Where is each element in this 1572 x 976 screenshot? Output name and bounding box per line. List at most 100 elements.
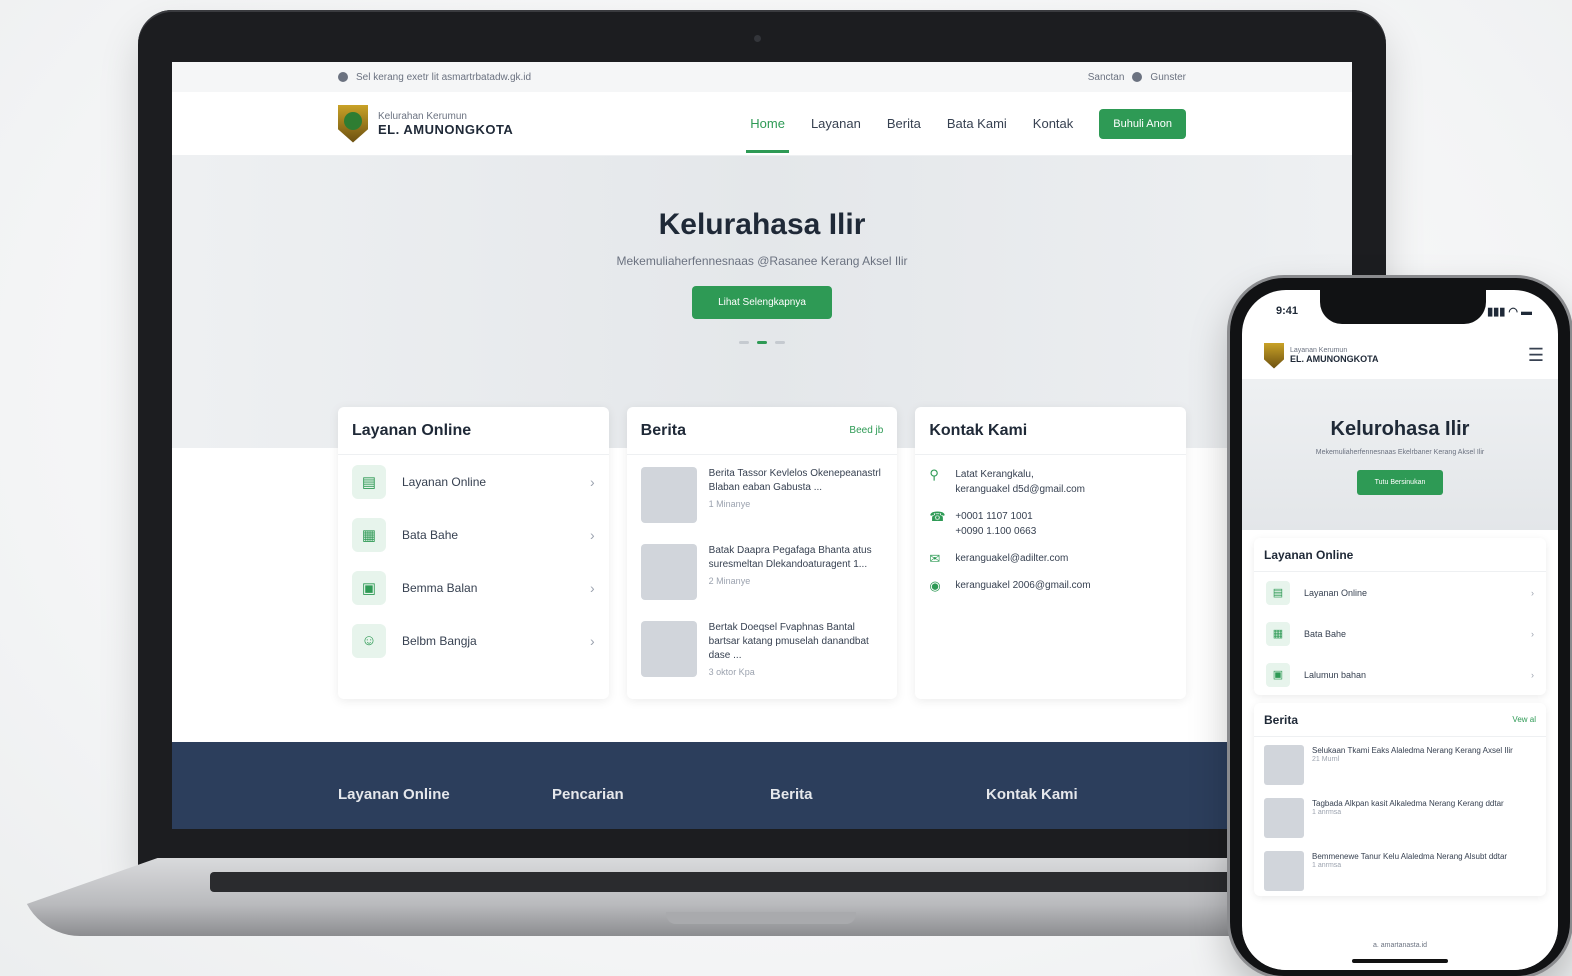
hamburger-menu-icon[interactable]: ☰ — [1528, 345, 1544, 366]
nav-item-berita[interactable]: Berita — [887, 94, 921, 153]
footer-link[interactable]: Kontak Kami — [986, 786, 1078, 803]
nav-item-data[interactable]: Bata Kami — [947, 94, 1007, 153]
news-thumbnail — [640, 621, 697, 677]
contact-line[interactable]: keranguakel 2006@gmail.com — [955, 578, 1090, 593]
footer-link[interactable]: Pencarian — [552, 786, 770, 803]
chevron-right-icon: › — [590, 579, 595, 596]
news-date: 2 Minanye — [708, 576, 751, 586]
phone-frame: 9:41 ▮▮▮ ◠ ▬ Layanan Kerumun EL. AMUNONG… — [1230, 278, 1570, 976]
mobile-hero-subtitle: Mekemuliaherfennesnaas Ekelrbaner Kerang… — [1315, 449, 1485, 456]
crest-logo — [1264, 342, 1284, 369]
mobile-hero: Kelurohasa Ilir Mekemuliaherfennesnaas E… — [1242, 380, 1558, 530]
laptop-base — [20, 858, 1270, 936]
news-date: 1 Minanye — [708, 499, 751, 509]
news-thumbnail — [1264, 798, 1304, 838]
brand-subtitle: Layanan Kerumun — [1290, 347, 1348, 354]
nav-item-kontak[interactable]: Kontak — [1033, 94, 1073, 153]
news-date: 1 anrmsa — [1312, 809, 1342, 816]
services-card-title: Layanan Online — [352, 421, 472, 439]
language-selector[interactable]: Gunster — [1150, 72, 1186, 83]
chevron-right-icon: › — [1531, 587, 1534, 598]
nav-item-home[interactable]: Home — [746, 94, 789, 153]
news-thumbnail — [1264, 745, 1304, 785]
service-item[interactable]: ☺ Belbm Bangja › — [338, 614, 609, 667]
news-item[interactable]: Bertak Doeqsel Fvaphnas Bantal bartsar k… — [627, 609, 898, 686]
service-label: Layanan Online — [402, 474, 487, 489]
services-card: Layanan Online ▤ Layanan Online › ▦ Bata Ba… — [338, 407, 609, 699]
form-icon: ▣ — [1266, 662, 1290, 687]
mobile-hero-cta-button[interactable]: Tutu Bersinukan — [1356, 470, 1444, 495]
contact-item: ✉ keranguakel@adilter.com — [915, 539, 1186, 566]
mobile-news-item[interactable]: Selukaan Tkami Eaks Alaledma Nerang Kera… — [1254, 737, 1546, 790]
mobile-brand[interactable]: Layanan Kerumun EL. AMUNONGKOTA — [1264, 342, 1379, 369]
service-label: Bemma Balan — [402, 580, 478, 595]
contact-line[interactable]: keranguakel@adilter.com — [955, 551, 1068, 566]
mobile-service-item[interactable]: ▦ Bata Bahe › — [1254, 613, 1546, 654]
mobile-news-item[interactable]: Bemmenewe Tanur Kelu Alaledma Nerang Als… — [1254, 843, 1546, 896]
news-title: Berita Tassor Kevlelos Okenepeanastrl Bl… — [708, 468, 881, 493]
chevron-right-icon: › — [1531, 628, 1534, 639]
news-title: Bemmenewe Tanur Kelu Alaledma Nerang Als… — [1312, 852, 1508, 861]
news-card: Berita Beed jb Berita Tassor Kevlelos Oke… — [626, 407, 898, 699]
carousel-dot-active[interactable] — [757, 341, 767, 344]
news-date: 21 Murnl — [1312, 756, 1340, 763]
laptop-lid: Sel kerang exetr lit asmartrbatadw.gk.id… — [138, 10, 1386, 870]
contact-card: Kontak Kami ⚲ Latat Kerangkalu, keranguake… — [915, 407, 1187, 699]
news-title: Batak Daapra Pegafaga Bhanta atus suresm… — [708, 545, 872, 570]
service-item[interactable]: ▤ Layanan Online › — [338, 455, 609, 508]
site-brand[interactable]: Kelurahan Kerumun EL. AMUNONGKOTA — [338, 104, 514, 143]
brand-subtitle: Kelurahan Kerumun — [378, 110, 467, 122]
contact-item: ☎ +0001 1107 1001 +0090 1.100 0663 — [915, 497, 1186, 539]
service-label: Lalumun bahan — [1304, 669, 1367, 680]
brand-title: EL. AMUNONGKOTA — [1290, 354, 1379, 364]
nav-item-layanan[interactable]: Layanan — [811, 94, 861, 153]
document-icon: ▤ — [1266, 580, 1290, 605]
mobile-service-item[interactable]: ▣ Lalumun bahan › — [1254, 654, 1546, 695]
document-icon: ▤ — [352, 464, 386, 499]
status-time: 9:41 — [1276, 305, 1299, 317]
topbar-info-text: Sel kerang exetr lit asmartrbatadw.gk.id — [356, 71, 532, 83]
chart-icon: ▦ — [352, 517, 386, 552]
news-card-title: Berita — [640, 421, 687, 439]
laptop-camera — [754, 35, 761, 42]
news-thumbnail — [1264, 851, 1304, 891]
mobile-news-item[interactable]: Tagbada Alkpan kasit Alkaledma Nerang Ke… — [1254, 790, 1546, 843]
main-menu: Home Layanan Berita Bata Kami Kontak Buh… — [746, 94, 1186, 153]
carousel-dot[interactable] — [739, 341, 749, 344]
service-item[interactable]: ▦ Bata Bahe › — [338, 508, 609, 561]
web-icon: ◉ — [929, 578, 941, 593]
home-indicator[interactable] — [1352, 959, 1448, 963]
nav-cta-button[interactable]: Buhuli Anon — [1099, 108, 1186, 139]
footer-link[interactable]: Layanan Online — [338, 786, 552, 803]
hero-cta-button[interactable]: Lihat Selengkapnya — [692, 286, 832, 319]
mobile-service-item[interactable]: ▤ Layanan Online › — [1254, 572, 1546, 613]
form-icon: ▣ — [352, 570, 386, 605]
site-footer: Layanan Online Pencarian Berita Kontak K… — [172, 742, 1352, 829]
service-item[interactable]: ▣ Bemma Balan › — [338, 561, 609, 614]
news-thumbnail — [640, 544, 697, 600]
news-item[interactable]: Berita Tassor Kevlelos Okenepeanastrl Bl… — [627, 455, 898, 532]
top-info-bar: Sel kerang exetr lit asmartrbatadw.gk.id… — [172, 62, 1352, 92]
laptop-keyboard — [210, 872, 1240, 892]
mobile-services-title: Layanan Online — [1264, 547, 1354, 562]
news-item[interactable]: Batak Daapra Pegafaga Bhanta atus suresm… — [627, 532, 898, 609]
chevron-right-icon: › — [1531, 669, 1534, 680]
phone-screen: 9:41 ▮▮▮ ◠ ▬ Layanan Kerumun EL. AMUNONG… — [1242, 290, 1558, 970]
carousel-dots — [172, 341, 1352, 344]
contact-line[interactable]: +0090 1.100 0663 — [955, 524, 1036, 539]
contact-line[interactable]: keranguakel d5d@gmail.com — [955, 482, 1085, 497]
news-title: Selukaan Tkami Eaks Alaledma Nerang Kera… — [1312, 746, 1513, 755]
brand-title: EL. AMUNONGKOTA — [378, 121, 514, 137]
contact-line[interactable]: +0001 1107 1001 — [955, 509, 1036, 524]
contact-item: ◉ keranguakel 2006@gmail.com — [915, 566, 1186, 593]
mobile-services-card: Layanan Online ▤ Layanan Online › ▦ Bata Ba… — [1254, 538, 1546, 695]
footer-link[interactable]: Berita — [770, 786, 986, 803]
carousel-dot[interactable] — [775, 341, 785, 344]
mobile-news-view-all[interactable]: Vew al — [1512, 715, 1536, 724]
news-thumbnail — [640, 467, 697, 523]
content-cards: Layanan Online ▤ Layanan Online › ▦ Bata Ba… — [338, 407, 1187, 699]
topbar-link[interactable]: Sanctan — [1088, 72, 1125, 83]
news-view-all-link[interactable]: Beed jb — [849, 425, 883, 436]
service-label: Bata Bahe — [1304, 628, 1347, 639]
mail-icon: ✉ — [929, 551, 941, 566]
